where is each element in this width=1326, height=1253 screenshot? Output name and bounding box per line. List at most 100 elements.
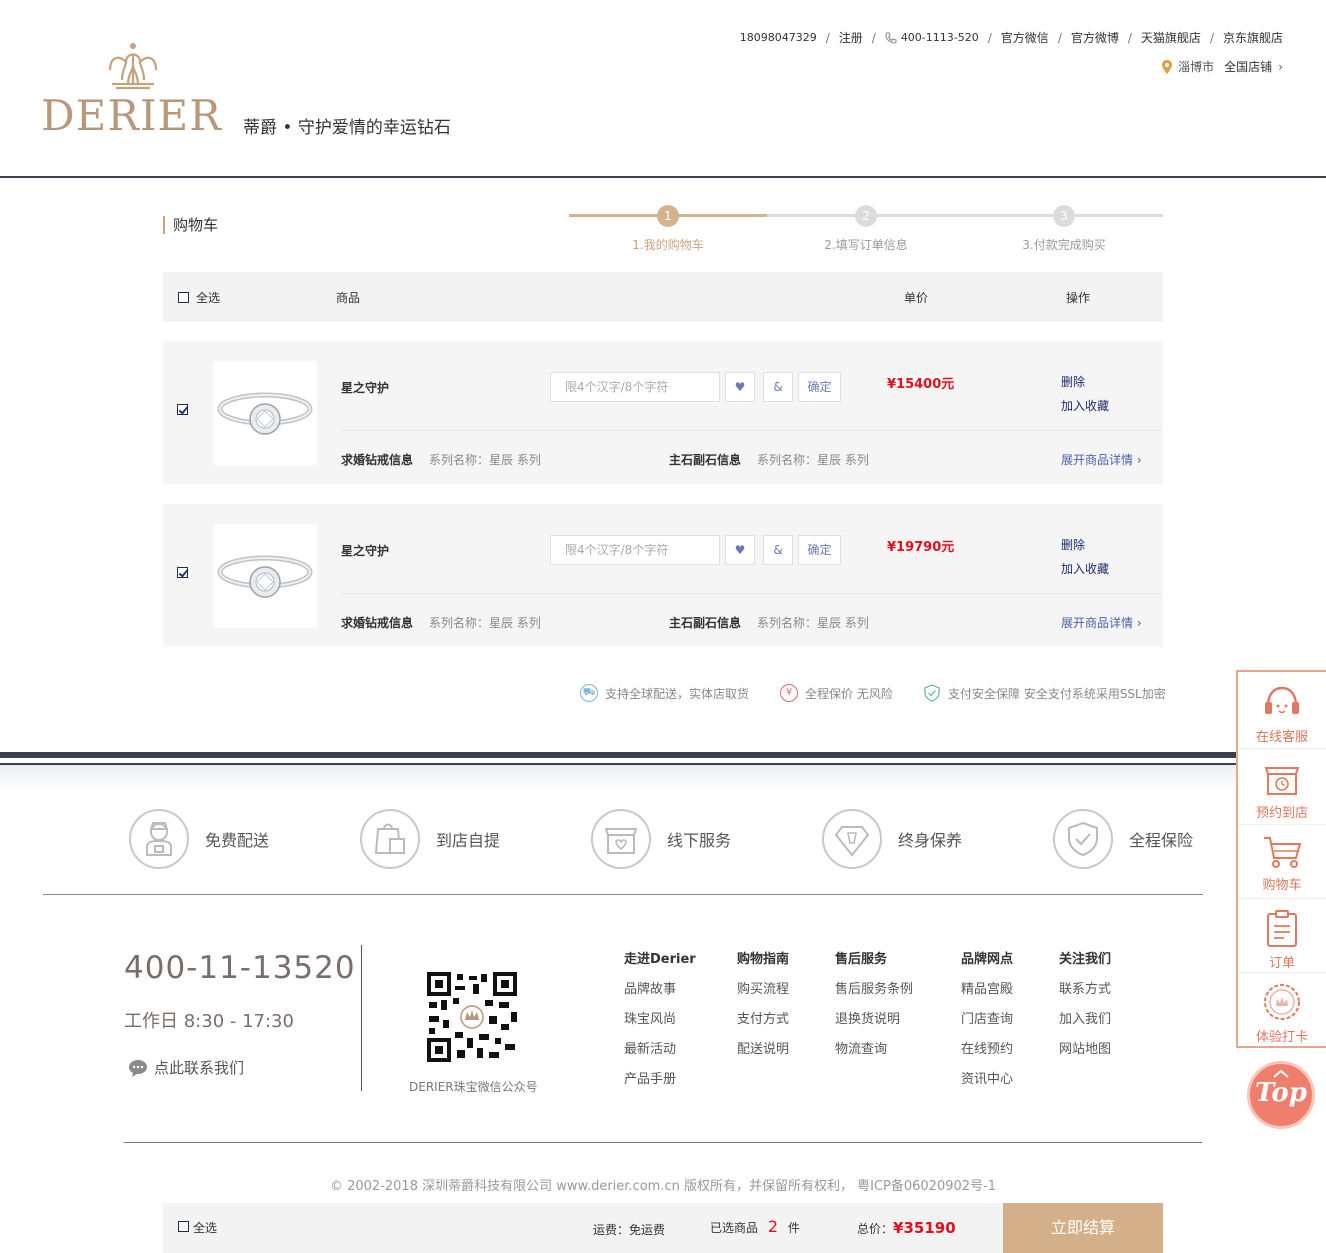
footer-hotline: 400-11-13520	[124, 950, 356, 986]
contact-us-link[interactable]: 点此联系我们	[128, 1057, 244, 1078]
footer-link[interactable]: 退换货说明	[835, 1012, 913, 1042]
ring-info-label: 求婚钻戒信息	[341, 453, 414, 467]
select-all-checkbox-bottom[interactable]	[178, 1221, 189, 1232]
brand-slogan: 蒂爵 • 守护爱情的幸运钻石	[243, 118, 451, 138]
register-link[interactable]: 注册	[839, 29, 863, 46]
footer-col-about: 走进Derier 品牌故事 珠宝风尚 最新活动 产品手册	[624, 948, 696, 1102]
footer-link[interactable]: 配送说明	[737, 1042, 789, 1072]
stone-info-label: 主石副石信息	[669, 616, 742, 630]
phone-icon	[885, 32, 897, 44]
step-1-label: 1.我的购物车	[632, 238, 704, 252]
select-all-label[interactable]: 全选	[196, 289, 220, 306]
chat-bubble-icon	[129, 1059, 147, 1077]
side-online-service[interactable]: 在线客服	[1238, 684, 1326, 745]
engrave-confirm-button[interactable]: 确定	[798, 372, 841, 402]
engrave-confirm-button[interactable]: 确定	[798, 535, 841, 565]
store-heart-icon	[591, 809, 651, 869]
footer-link[interactable]: 联系方式	[1059, 982, 1111, 1012]
chevron-right-icon: ›	[1278, 59, 1283, 74]
side-panel: 在线客服 预约到店 购物车 订单 体验打卡	[1236, 670, 1326, 1048]
footer-link[interactable]: 售后服务条例	[835, 982, 913, 1012]
expand-details-link[interactable]: 展开商品详情 ›	[1061, 451, 1142, 468]
product-column-header: 商品	[336, 291, 361, 305]
tmall-link[interactable]: 天猫旗舰店	[1141, 29, 1201, 46]
diamond-icon	[822, 809, 882, 869]
chevron-right-icon: ›	[1136, 453, 1142, 467]
footer-link[interactable]: 产品手册	[624, 1072, 696, 1102]
ring-info-value: 系列名称：星辰 系列	[429, 616, 541, 630]
qr-code-icon	[427, 972, 517, 1062]
guarantee-price: ¥ 全程保价 无风险	[780, 684, 893, 702]
back-to-top-button[interactable]: Top	[1247, 1061, 1315, 1129]
cart-table-header: 全选 商品 单价 操作	[163, 272, 1163, 322]
working-hours: 工作日 8:30 - 17:30	[124, 1011, 294, 1032]
footer-link[interactable]: 物流查询	[835, 1042, 913, 1072]
footer-link[interactable]: 在线预约	[961, 1042, 1013, 1072]
footer-link[interactable]: 精品宫殿	[961, 982, 1013, 1012]
delete-link[interactable]: 删除	[1061, 373, 1085, 390]
chevron-up-icon	[1273, 1070, 1289, 1078]
side-checkin[interactable]: 体验打卡	[1238, 982, 1326, 1045]
crown-logo-icon[interactable]	[104, 40, 162, 92]
footer-link[interactable]: 品牌故事	[624, 982, 696, 1012]
footer-link[interactable]: 购买流程	[737, 982, 789, 1012]
footer-link[interactable]: 加入我们	[1059, 1012, 1111, 1042]
engraving-input[interactable]: 限4个汉字/8个字符	[550, 372, 720, 402]
city-selector[interactable]: 淄博市 全国店铺 ›	[1162, 58, 1283, 75]
user-phone-link[interactable]: 18098047329	[740, 31, 817, 44]
expand-details-link[interactable]: 展开商品详情 ›	[1061, 614, 1142, 631]
engraving-input[interactable]: 限4个汉字/8个字符	[550, 535, 720, 565]
footer-link[interactable]: 门店查询	[961, 1012, 1013, 1042]
jd-link[interactable]: 京东旗舰店	[1223, 29, 1283, 46]
heart-symbol-button[interactable]: ♥	[725, 372, 755, 402]
footer-link[interactable]: 支付方式	[737, 1012, 789, 1042]
item-checkbox[interactable]	[177, 404, 188, 415]
side-cart[interactable]: 购物车	[1238, 834, 1326, 893]
footer-link[interactable]: 资讯中心	[961, 1072, 1013, 1102]
chevron-right-icon: ›	[1136, 616, 1142, 630]
shopping-bag-icon	[360, 809, 420, 869]
ampersand-symbol-button[interactable]: &	[763, 372, 793, 402]
select-all-checkbox[interactable]	[178, 292, 189, 303]
delivery-truck-icon: ⛟	[580, 684, 598, 702]
store-clock-icon	[1264, 767, 1300, 795]
courier-icon	[129, 809, 189, 869]
item-checkbox[interactable]	[177, 567, 188, 578]
item-divider	[341, 430, 1161, 431]
stone-info-label: 主石副石信息	[669, 453, 742, 467]
add-favorite-link[interactable]: 加入收藏	[1061, 397, 1109, 414]
side-orders[interactable]: 订单	[1238, 908, 1326, 971]
service-insurance: 全程保险	[1053, 809, 1193, 869]
product-image[interactable]	[213, 361, 317, 465]
hotline-link[interactable]: 400-1113-520	[901, 31, 979, 44]
heart-symbol-button[interactable]: ♥	[725, 535, 755, 565]
wechat-link[interactable]: 官方微信	[1001, 29, 1049, 46]
weibo-link[interactable]: 官方微博	[1071, 29, 1119, 46]
badge-seal-icon	[1264, 984, 1300, 1020]
add-favorite-link[interactable]: 加入收藏	[1061, 560, 1109, 577]
location-pin-icon	[1162, 59, 1173, 74]
step-2-label: 2.填写订单信息	[824, 238, 908, 252]
footer-band-shadow	[0, 765, 1326, 790]
product-name[interactable]: 星之守护	[341, 379, 389, 396]
product-name[interactable]: 星之守护	[341, 542, 389, 559]
city-name[interactable]: 淄博市	[1178, 58, 1214, 75]
ampersand-symbol-button[interactable]: &	[763, 535, 793, 565]
delete-link[interactable]: 删除	[1061, 536, 1085, 553]
product-image[interactable]	[213, 524, 317, 628]
footer-col-follow: 关注我们 联系方式 加入我们 网站地图	[1059, 948, 1111, 1072]
shipping-info: 运费：免运费	[593, 1223, 666, 1237]
cart-icon	[1264, 837, 1302, 868]
footer-link[interactable]: 珠宝风尚	[624, 1012, 696, 1042]
step-3-dot: 3	[1053, 205, 1075, 227]
checkout-button[interactable]: 立即结算	[1003, 1203, 1163, 1253]
select-all-label-bottom[interactable]: 全选	[193, 1219, 217, 1236]
all-stores-link[interactable]: 全国店铺	[1224, 58, 1272, 75]
side-book-store[interactable]: 预约到店	[1238, 758, 1326, 821]
ring-image-icon	[217, 555, 313, 598]
top-links: 18098047329 / 注册 / 400-1113-520 / 官方微信 /…	[739, 29, 1283, 46]
footer-link[interactable]: 网站地图	[1059, 1042, 1111, 1072]
brand-logo-text[interactable]: DERIER	[41, 92, 222, 140]
footer-link[interactable]: 最新活动	[624, 1042, 696, 1072]
heart-icon: ♥	[734, 543, 746, 557]
